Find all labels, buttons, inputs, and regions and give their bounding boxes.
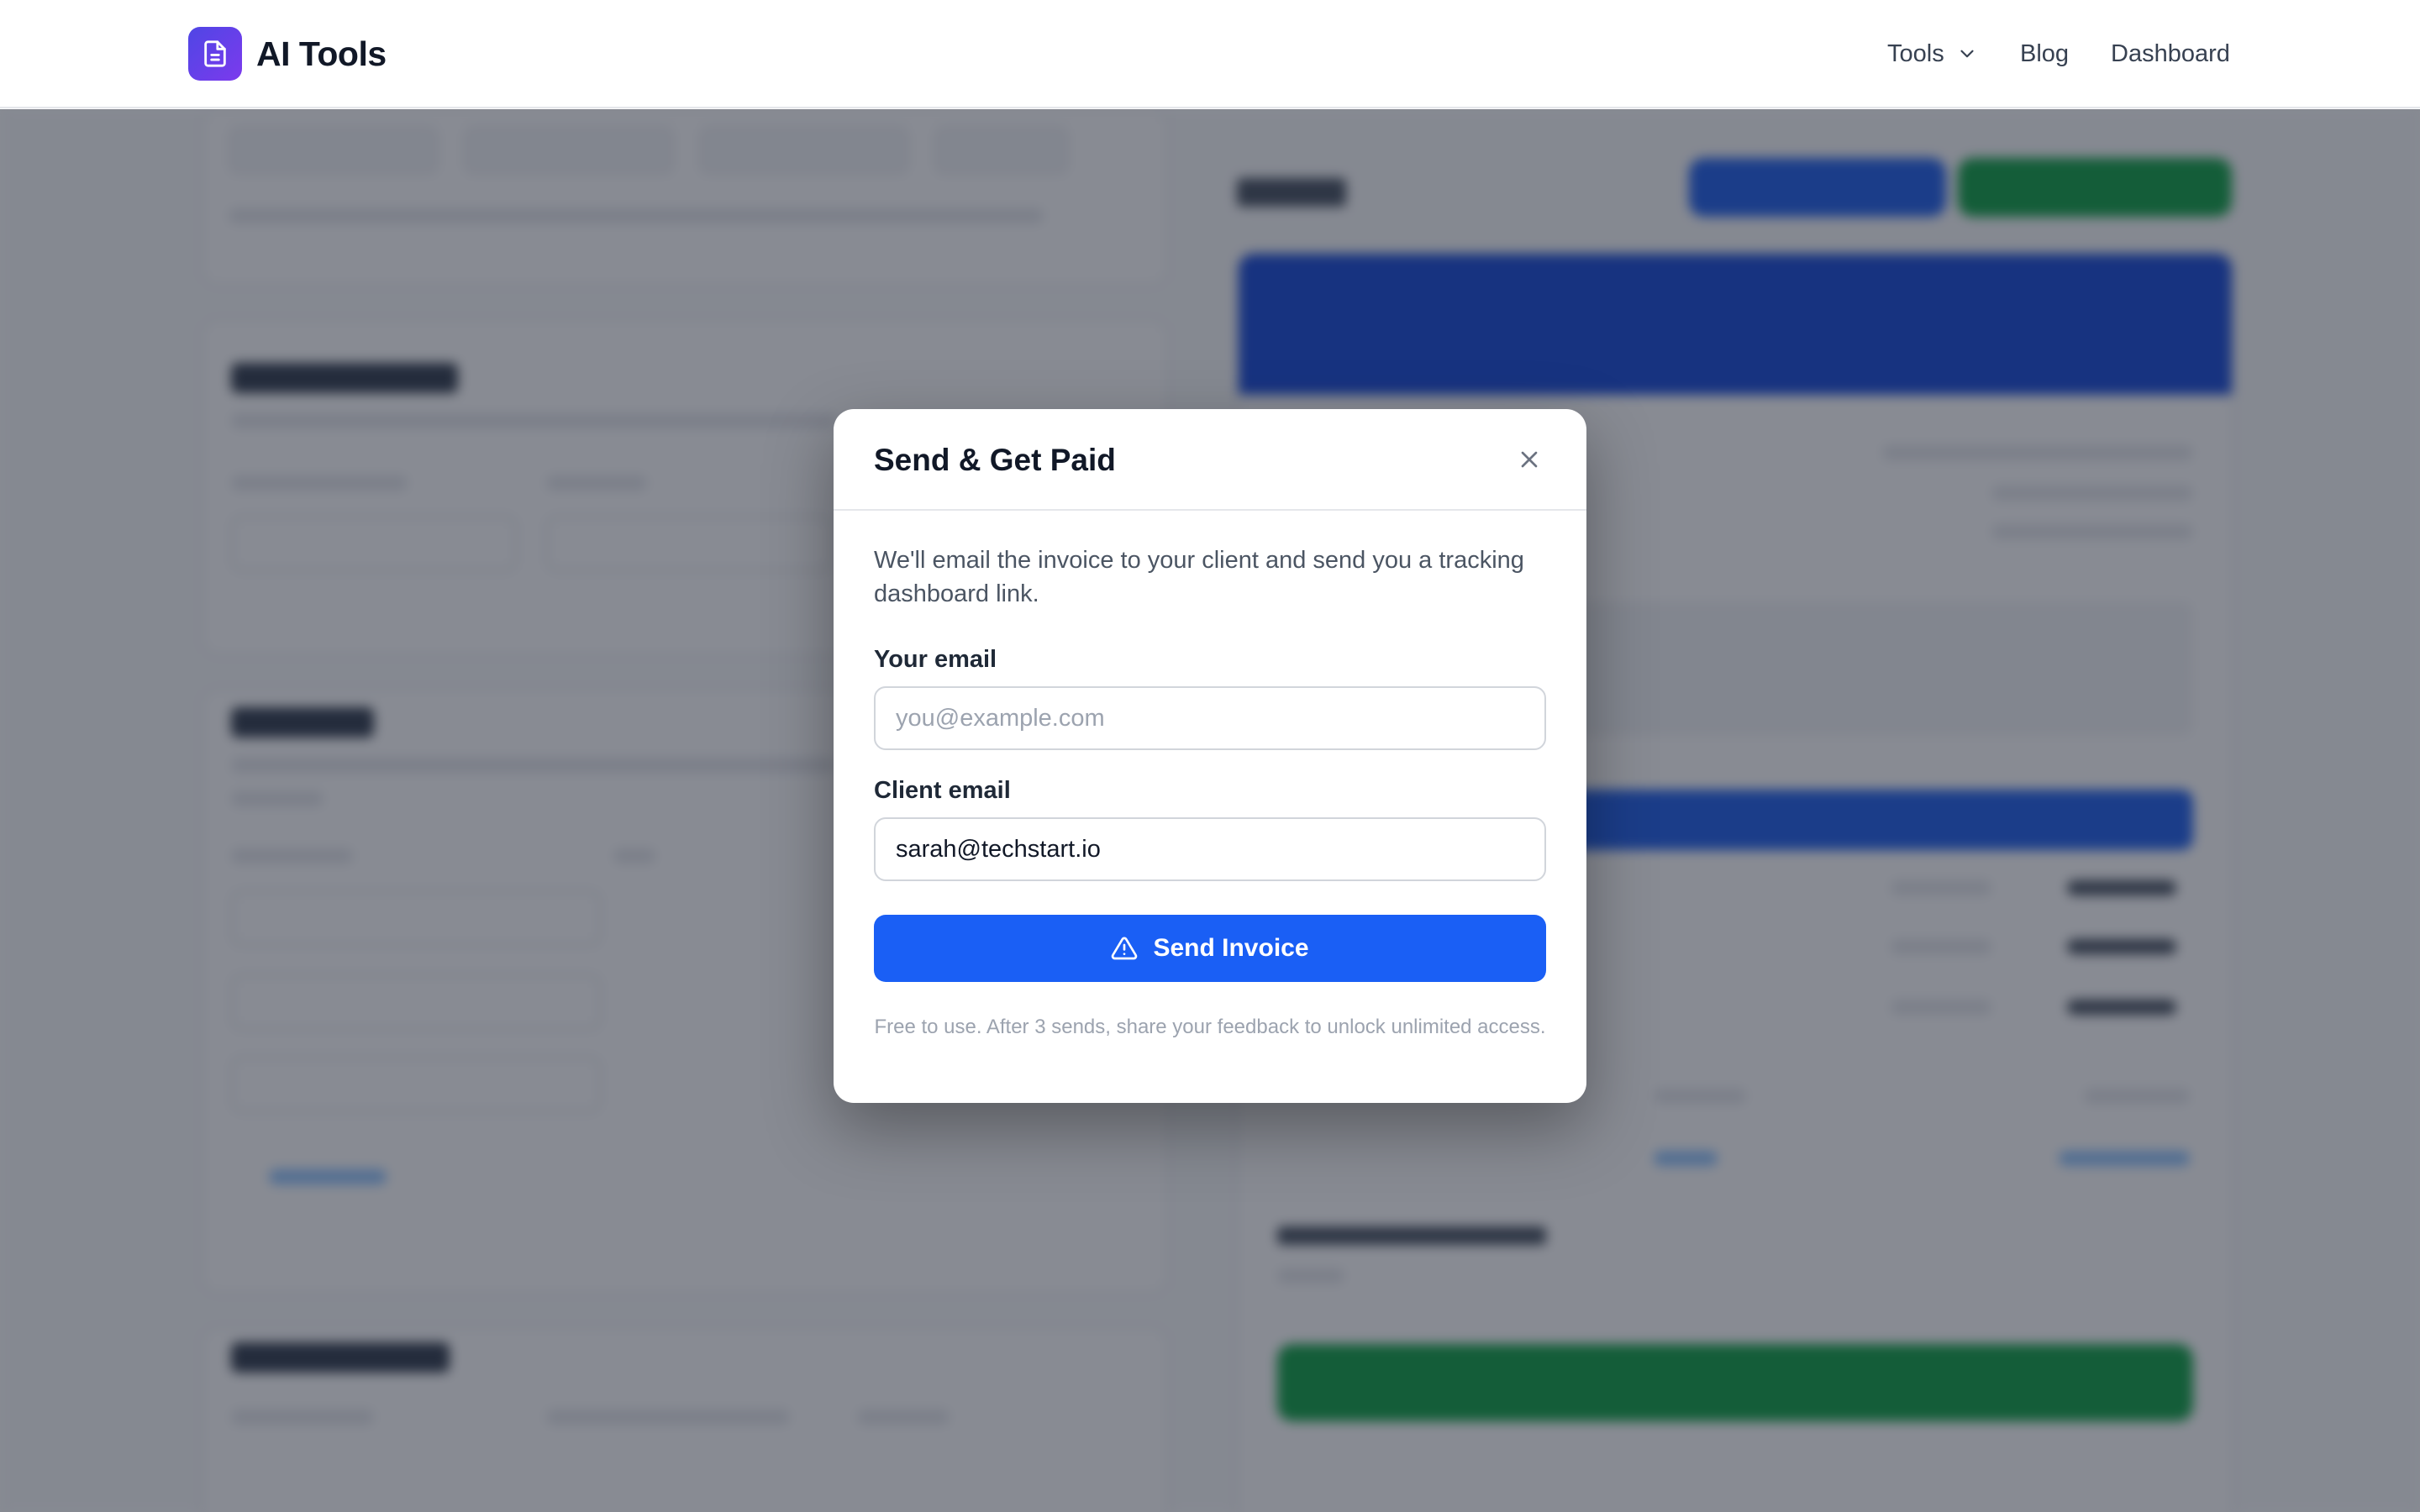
send-invoice-modal: Send & Get Paid We'll email the invoice …	[834, 409, 1586, 1103]
chevron-down-icon	[1960, 50, 1974, 58]
modal-description: We'll email the invoice to your client a…	[874, 547, 1524, 607]
send-invoice-label: Send Invoice	[1153, 934, 1309, 962]
close-icon	[1521, 451, 1538, 468]
your-email-label: Your email	[874, 646, 997, 673]
nav-dashboard-link[interactable]: Dashboard	[2111, 37, 2230, 71]
send-invoice-button[interactable]: Send Invoice	[874, 915, 1546, 982]
nav-blog-link[interactable]: Blog	[2020, 37, 2069, 71]
modal-header: Send & Get Paid	[834, 409, 1586, 511]
modal-title: Send & Get Paid	[874, 443, 1116, 477]
nav-tools-dropdown[interactable]: Tools	[1887, 37, 1978, 71]
client-email-label: Client email	[874, 777, 1011, 804]
nav-tools-label: Tools	[1887, 40, 1944, 67]
usage-footnote: Free to use. After 3 sends, share your f…	[874, 1016, 1546, 1038]
close-button[interactable]	[1504, 434, 1555, 485]
document-icon	[204, 40, 226, 67]
brand-name[interactable]: AI Tools	[256, 33, 387, 75]
warning-triangle-icon	[1112, 937, 1138, 960]
top-navbar: AI Tools Tools Blog Dashboard	[0, 0, 2420, 108]
your-email-field[interactable]	[874, 686, 1546, 750]
brand-logo[interactable]	[188, 27, 242, 81]
client-email-field[interactable]	[874, 817, 1546, 881]
